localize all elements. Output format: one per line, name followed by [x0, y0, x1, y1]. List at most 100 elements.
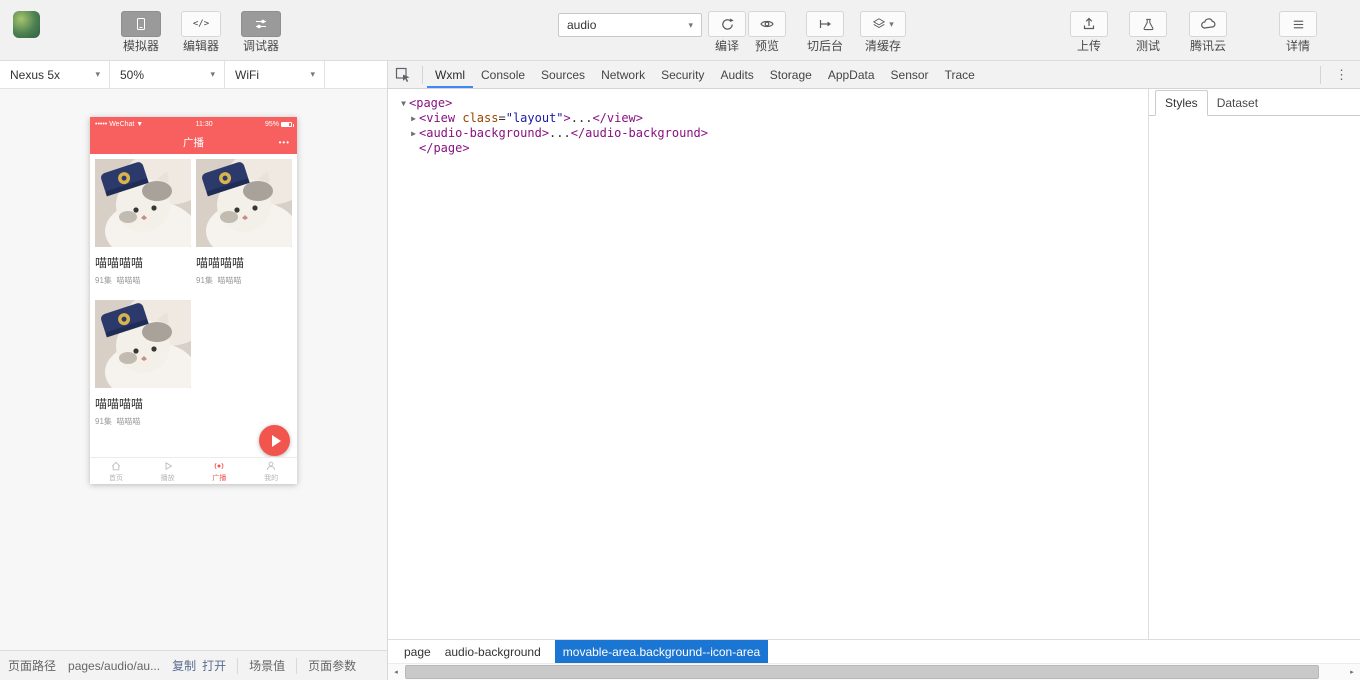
flask-icon[interactable]	[1129, 11, 1167, 37]
wxml-tree: ▼ <page> ▶ <view class="layout">...</view> ▶…	[388, 89, 1148, 639]
wxml-tree-line[interactable]: ▶ <view class="layout">...</view>	[388, 111, 1148, 126]
page-params-label[interactable]: 页面参数	[308, 657, 356, 674]
album-meta: 91集 喵喵喵	[95, 276, 141, 285]
battery-percent: 95%	[264, 121, 279, 128]
devtools-tab-audits[interactable]: Audits	[712, 62, 761, 88]
device-select-value: Nexus 5x	[10, 67, 61, 82]
tab-dataset[interactable]: Dataset	[1208, 91, 1267, 115]
scene-value-label[interactable]: 场景值	[249, 657, 285, 674]
chevron-down-icon: ▾	[310, 69, 315, 79]
phone-tab-broadcast[interactable]: 广播	[194, 458, 246, 484]
compile-scene-select[interactable]: audio ▾	[558, 13, 702, 37]
expand-arrow-closed-icon[interactable]: ▶	[408, 126, 419, 141]
phone-tab-profile[interactable]: 我的	[245, 458, 297, 484]
devtools-tab-network[interactable]: Network	[593, 62, 653, 88]
inspect-element-button[interactable]	[388, 61, 418, 88]
expand-arrow-closed-icon[interactable]: ▶	[408, 111, 419, 126]
expand-arrow-open-icon[interactable]: ▼	[398, 96, 409, 111]
audio-album-card[interactable]: 喵喵喵喵 91集 喵喵喵	[196, 159, 292, 286]
upload-button[interactable]: 上传	[1070, 11, 1108, 53]
divider	[237, 657, 239, 674]
devtools-tab-trace[interactable]: Trace	[937, 62, 983, 88]
phone-page-body: 喵喵喵喵 91集 喵喵喵 喵喵喵喵 91集 喵喵喵 喵喵喵喵 91集 喵喵喵	[90, 154, 297, 457]
scroll-left-arrow-icon[interactable]: ◂	[388, 664, 404, 680]
switch-background-button[interactable]: 切后台	[806, 11, 844, 53]
phone-tab-play[interactable]: 播放	[142, 458, 194, 484]
network-select[interactable]: WiFi ▾	[225, 61, 325, 88]
devtools-tab-sources[interactable]: Sources	[533, 62, 593, 88]
divider	[422, 65, 423, 84]
phone-tab-label: 首页	[108, 474, 123, 482]
user-avatar[interactable]	[13, 11, 40, 38]
cat-photo[interactable]	[196, 159, 292, 247]
maps-to-arrow-icon[interactable]	[806, 11, 844, 37]
phone-icon[interactable]	[121, 11, 161, 37]
test-button[interactable]: 测试	[1129, 11, 1167, 53]
phone-preview: ••••• WeChat ▼ 11:30 95% 广播 ••• 喵喵喵喵 91集…	[90, 117, 297, 484]
devtools-tab-wxml[interactable]: Wxml	[427, 62, 473, 88]
compile-button[interactable]: 编译	[708, 11, 746, 53]
controls-spacer	[325, 61, 387, 88]
menu-lines-icon[interactable]	[1279, 11, 1317, 37]
sliders-icon[interactable]	[241, 11, 281, 37]
simulator-mode-button[interactable]: 模拟器	[121, 11, 161, 53]
breadcrumb-item[interactable]: page	[404, 645, 431, 659]
scroll-right-arrow-icon[interactable]: ▸	[1344, 664, 1360, 680]
syntax-token: ...	[549, 126, 571, 140]
devtools-tab-storage[interactable]: Storage	[762, 62, 820, 88]
layers-icon[interactable]: ▾	[860, 11, 906, 37]
simulator-viewport: ••••• WeChat ▼ 11:30 95% 广播 ••• 喵喵喵喵 91集…	[0, 89, 387, 650]
eye-icon[interactable]	[748, 11, 786, 37]
audio-album-card[interactable]: 喵喵喵喵 91集 喵喵喵	[95, 159, 191, 286]
devtools-tab-console[interactable]: Console	[473, 62, 533, 88]
album-title: 喵喵喵喵	[95, 256, 144, 270]
upload-label: 上传	[1076, 39, 1101, 53]
devtools-tab-appdata[interactable]: AppData	[820, 62, 883, 88]
page-info-bar: 页面路径 pages/audio/au... 复制 打开 场景值 页面参数	[0, 650, 387, 680]
syntax-token: =	[498, 111, 506, 125]
preview-button[interactable]: 预览	[748, 11, 786, 53]
debugger-content: ▼ <page> ▶ <view class="layout">...</view> ▶…	[388, 89, 1360, 639]
phone-tab-label: 我的	[264, 474, 279, 482]
debugger-mode-button[interactable]: 调试器	[241, 11, 281, 53]
wxml-tree-line[interactable]: </page>	[388, 141, 1148, 156]
cat-photo[interactable]	[95, 159, 191, 247]
editor-mode-button[interactable]: </> 编辑器	[181, 11, 221, 53]
devtools-tab-sensor[interactable]: Sensor	[883, 62, 937, 88]
wxml-tree-line[interactable]: ▼ <page>	[388, 96, 1148, 111]
more-dots-icon[interactable]: •••	[279, 132, 290, 154]
cat-photo[interactable]	[95, 300, 191, 388]
tencent-cloud-button[interactable]: 腾讯云	[1189, 11, 1227, 53]
preview-label: 预览	[754, 39, 779, 53]
phone-tab-home[interactable]: 首页	[90, 458, 142, 484]
tab-styles[interactable]: Styles	[1155, 90, 1208, 116]
details-button[interactable]: 详情	[1279, 11, 1317, 53]
refresh-icon[interactable]	[708, 11, 746, 37]
copy-path-link[interactable]: 复制	[172, 657, 196, 674]
top-toolbar: 模拟器 </> 编辑器 调试器 audio ▾ 编译 预览 切后台 ▾ 清缓存 …	[0, 0, 1360, 61]
devtools-tab-security[interactable]: Security	[653, 62, 712, 88]
zoom-select[interactable]: 50% ▾	[110, 61, 225, 88]
chevron-down-icon: ▾	[889, 18, 894, 29]
play-fab-button[interactable]	[259, 425, 290, 456]
device-select[interactable]: Nexus 5x ▾	[0, 61, 110, 88]
breadcrumb-item[interactable]: audio-background	[445, 645, 541, 659]
audio-album-card[interactable]: 喵喵喵喵 91集 喵喵喵	[95, 300, 191, 427]
cloud-icon[interactable]	[1189, 11, 1227, 37]
kebab-menu-icon[interactable]: ⋮	[1325, 67, 1360, 83]
scrollbar-thumb[interactable]	[405, 665, 1319, 679]
breadcrumb-item[interactable]: movable-area.background--icon-area	[554, 639, 769, 664]
devtools-more-area: ⋮	[1316, 61, 1360, 88]
battery-indicator: 95%	[264, 121, 294, 128]
upload-icon[interactable]	[1070, 11, 1108, 37]
element-breadcrumb: page audio-background movable-area.backgro…	[388, 639, 1360, 664]
phone-tab-label: 广播	[212, 474, 227, 482]
clear-cache-button[interactable]: ▾ 清缓存	[860, 11, 906, 53]
code-icon[interactable]: </>	[181, 11, 221, 37]
phone-tab-label: 播放	[160, 474, 175, 482]
horizontal-scrollbar[interactable]: ◂ ▸	[388, 663, 1360, 680]
open-path-link[interactable]: 打开	[202, 657, 226, 674]
wxml-tree-line[interactable]: ▶ <audio-background>...</audio-background…	[388, 126, 1148, 141]
album-meta: 91集 喵喵喵	[196, 276, 242, 285]
inspector-side-panel: Styles Dataset	[1148, 89, 1360, 639]
